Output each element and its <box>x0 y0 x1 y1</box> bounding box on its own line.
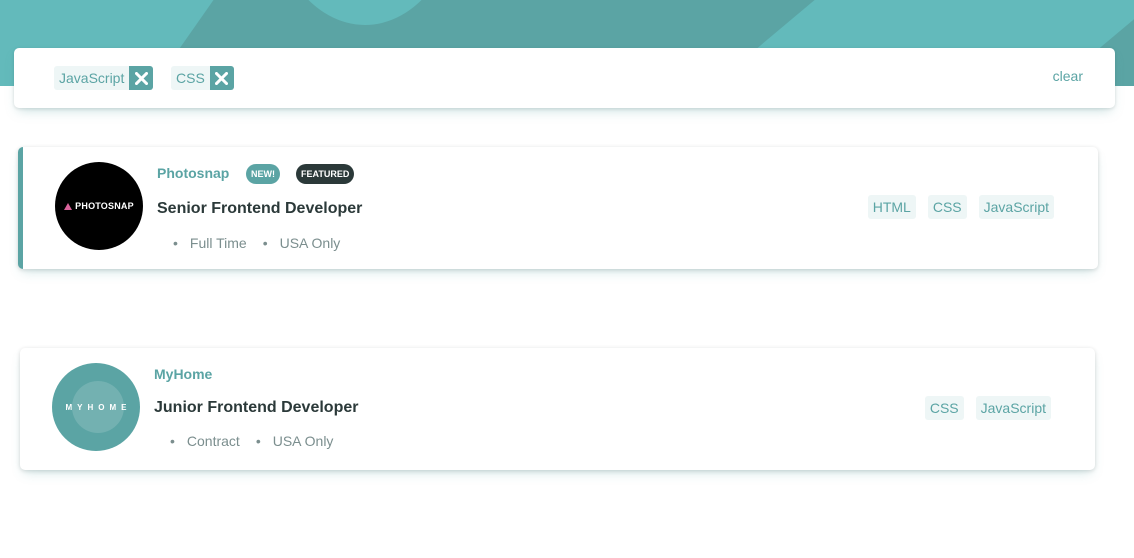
tag-javascript[interactable]: JavaScript <box>978 195 1054 219</box>
close-icon[interactable] <box>209 66 234 90</box>
dot-separator: • <box>173 235 178 251</box>
job-location: USA Only <box>272 433 334 449</box>
header-decoration <box>270 0 460 25</box>
job-meta: • Contract • USA Only <box>170 433 349 449</box>
close-icon[interactable] <box>129 66 154 90</box>
featured-badge: FEATURED <box>296 164 355 184</box>
filter-chip-javascript: JavaScript <box>54 66 154 90</box>
job-title[interactable]: Junior Frontend Developer <box>154 399 358 417</box>
company-name: Photosnap <box>157 165 230 181</box>
job-title[interactable]: Senior Frontend Developer <box>157 200 362 218</box>
job-meta: • Full Time • USA Only <box>173 235 356 251</box>
dot-separator: • <box>170 433 175 449</box>
tag-javascript[interactable]: JavaScript <box>975 396 1051 420</box>
job-card[interactable]: MYHOME MyHome Junior Frontend Developer … <box>20 348 1095 470</box>
job-location: USA Only <box>279 235 341 251</box>
tag-css[interactable]: CSS <box>927 195 967 219</box>
company-name: MyHome <box>154 366 213 382</box>
new-badge: NEW! <box>246 164 280 184</box>
tag-html[interactable]: HTML <box>867 195 916 219</box>
job-tags: CSS JavaScript <box>924 396 1051 420</box>
company-logo: MYHOME <box>52 363 140 451</box>
filter-bar: JavaScript CSS clear <box>14 48 1115 108</box>
filter-chip-label: CSS <box>171 66 210 90</box>
job-card[interactable]: PHOTOSNAP Photosnap NEW! FEATURED Senior… <box>18 147 1098 269</box>
filter-chip-label: JavaScript <box>54 66 130 90</box>
job-tags: HTML CSS JavaScript <box>867 195 1054 219</box>
contract-type: Full Time <box>189 235 247 251</box>
dot-separator: • <box>262 235 268 251</box>
triangle-icon <box>64 202 73 210</box>
company-logo: PHOTOSNAP <box>55 162 143 250</box>
logo-wordmark: PHOTOSNAP <box>64 201 134 211</box>
dot-separator: • <box>255 433 261 449</box>
tag-css[interactable]: CSS <box>924 396 964 420</box>
contract-type: Contract <box>186 433 240 449</box>
clear-filters-link[interactable]: clear <box>1053 68 1083 84</box>
filter-chip-css: CSS <box>171 66 234 90</box>
logo-wordmark: MYHOME <box>65 402 132 412</box>
